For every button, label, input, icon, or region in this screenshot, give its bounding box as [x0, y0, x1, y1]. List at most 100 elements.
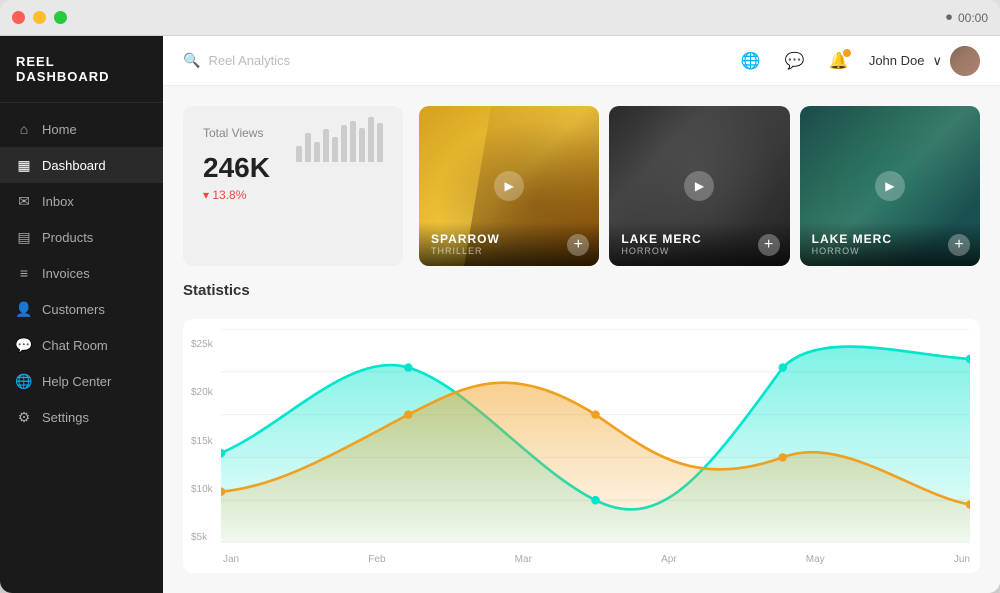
- lakemerc1-title: LAKE MERC: [621, 232, 777, 246]
- teal-dot-feb: [404, 363, 413, 372]
- sidebar-item-settings[interactable]: ⚙ Settings: [0, 399, 163, 435]
- app-window: ⏺ 00:00 REEL DASHBOARD ⌂ Home ▦ Dashboar…: [0, 0, 1000, 593]
- invoices-icon: ≡: [16, 265, 32, 281]
- search-icon: 🔍: [183, 52, 200, 69]
- globe-icon: 🌐: [16, 373, 32, 389]
- inbox-icon: ✉: [16, 193, 32, 209]
- lakemerc1-play-btn[interactable]: ▶: [684, 171, 714, 201]
- sidebar-logo: REEL DASHBOARD: [0, 36, 163, 103]
- y-label-5k: $5k: [191, 532, 213, 543]
- titlebar: ⏺ 00:00: [0, 0, 1000, 36]
- sparrow-title: SPARROW: [431, 232, 587, 246]
- app-body: REEL DASHBOARD ⌂ Home ▦ Dashboard ✉ Inbo…: [0, 36, 1000, 593]
- sidebar-item-helpcenter[interactable]: 🌐 Help Center: [0, 363, 163, 399]
- sidebar-item-dashboard[interactable]: ▦ Dashboard: [0, 147, 163, 183]
- username: John Doe: [869, 53, 925, 68]
- sparrow-play-btn[interactable]: ▶: [494, 171, 524, 201]
- chart-container: $25k $20k $15k $10k $5k: [183, 319, 980, 573]
- stat-bar: [377, 123, 383, 162]
- sidebar-item-inbox[interactable]: ✉ Inbox: [0, 183, 163, 219]
- stats-card: Total Views 246K ▾ 13.8%: [183, 106, 403, 266]
- user-menu[interactable]: John Doe ∨: [869, 46, 980, 76]
- teal-dot-apr: [591, 496, 600, 505]
- sidebar-item-invoices[interactable]: ≡ Invoices: [0, 255, 163, 291]
- sidebar: REEL DASHBOARD ⌂ Home ▦ Dashboard ✉ Inbo…: [0, 36, 163, 593]
- sidebar-label-inbox: Inbox: [42, 194, 74, 209]
- stat-bar: [305, 133, 311, 162]
- sidebar-label-invoices: Invoices: [42, 266, 90, 281]
- customers-icon: 👤: [16, 301, 32, 317]
- sidebar-item-customers[interactable]: 👤 Customers: [0, 291, 163, 327]
- main-content: 🔍 Reel Analytics 🌐 💬 🔔 John Doe ∨: [163, 36, 1000, 593]
- sidebar-label-helpcenter: Help Center: [42, 374, 111, 389]
- y-label-15k: $15k: [191, 436, 213, 447]
- maximize-button[interactable]: [54, 11, 67, 24]
- y-label-25k: $25k: [191, 339, 213, 350]
- x-label-jun: Jun: [954, 554, 970, 565]
- sidebar-label-home: Home: [42, 122, 77, 137]
- record-icon: ⏺: [946, 10, 952, 25]
- top-row: Total Views 246K ▾ 13.8%: [183, 106, 980, 266]
- search-bar[interactable]: 🔍 Reel Analytics: [183, 52, 290, 69]
- notification-wrapper: 🔔: [825, 47, 853, 75]
- y-label-20k: $20k: [191, 387, 213, 398]
- chat-button[interactable]: 💬: [781, 47, 809, 75]
- lakemerc2-play-btn[interactable]: ▶: [875, 171, 905, 201]
- chart-x-labels: Jan Feb Mar Apr May Jun: [223, 554, 970, 565]
- left-panel: Total Views 246K ▾ 13.8%: [183, 106, 980, 573]
- dashboard-icon: ▦: [16, 157, 32, 173]
- chat-icon: 💬: [16, 337, 32, 353]
- stat-bar: [359, 128, 365, 162]
- notification-dot: [843, 49, 851, 57]
- settings-icon: ⚙: [16, 409, 32, 425]
- stats-change: ▾ 13.8%: [203, 188, 270, 202]
- sidebar-label-customers: Customers: [42, 302, 105, 317]
- movie-card-sparrow[interactable]: ▶ SPARROW THRILLER +: [419, 106, 599, 266]
- sidebar-item-home[interactable]: ⌂ Home: [0, 111, 163, 147]
- x-label-may: May: [806, 554, 825, 565]
- movie-card-lakemerc2[interactable]: ▶ LAKE MERC HORROW +: [800, 106, 980, 266]
- content-area: Total Views 246K ▾ 13.8%: [163, 86, 1000, 593]
- stat-bar: [323, 129, 329, 162]
- topbar: 🔍 Reel Analytics 🌐 💬 🔔 John Doe ∨: [163, 36, 1000, 86]
- avatar-image: [950, 46, 980, 76]
- home-icon: ⌂: [16, 121, 32, 137]
- orange-dot-may: [778, 453, 787, 462]
- movie-cards: ▶ SPARROW THRILLER + ▶: [419, 106, 980, 266]
- lakemerc1-add-btn[interactable]: +: [758, 234, 780, 256]
- sidebar-label-products: Products: [42, 230, 93, 245]
- chevron-down-icon: ∨: [932, 53, 942, 69]
- window-controls: [12, 11, 67, 24]
- lakemerc2-genre: HORROW: [812, 246, 968, 256]
- sidebar-nav: ⌂ Home ▦ Dashboard ✉ Inbox ▤ Products ≡: [0, 103, 163, 593]
- teal-dot-may: [778, 363, 787, 372]
- avatar: [950, 46, 980, 76]
- stat-bar: [332, 137, 338, 162]
- chart-svg: [221, 329, 970, 543]
- search-placeholder: Reel Analytics: [208, 53, 290, 68]
- x-label-mar: Mar: [515, 554, 532, 565]
- x-label-jan: Jan: [223, 554, 239, 565]
- x-label-feb: Feb: [368, 554, 385, 565]
- lakemerc2-title: LAKE MERC: [812, 232, 968, 246]
- products-icon: ▤: [16, 229, 32, 245]
- x-label-apr: Apr: [661, 554, 677, 565]
- sidebar-item-products[interactable]: ▤ Products: [0, 219, 163, 255]
- stats-bar-chart: [296, 112, 383, 162]
- stat-bar: [350, 121, 356, 162]
- time-value: 00:00: [958, 11, 988, 25]
- movie-card-lakemerc1[interactable]: ▶ LAKE MERC HORROW +: [609, 106, 789, 266]
- globe-button[interactable]: 🌐: [737, 47, 765, 75]
- stat-bar: [314, 142, 320, 162]
- minimize-button[interactable]: [33, 11, 46, 24]
- sidebar-label-chatroom: Chat Room: [42, 338, 108, 353]
- sidebar-label-dashboard: Dashboard: [42, 158, 106, 173]
- lakemerc2-add-btn[interactable]: +: [948, 234, 970, 256]
- sparrow-genre: THRILLER: [431, 246, 587, 256]
- lakemerc1-genre: HORROW: [621, 246, 777, 256]
- y-label-10k: $10k: [191, 484, 213, 495]
- stat-bar: [341, 125, 347, 162]
- stats-value: 246K: [203, 152, 270, 184]
- sidebar-item-chatroom[interactable]: 💬 Chat Room: [0, 327, 163, 363]
- close-button[interactable]: [12, 11, 25, 24]
